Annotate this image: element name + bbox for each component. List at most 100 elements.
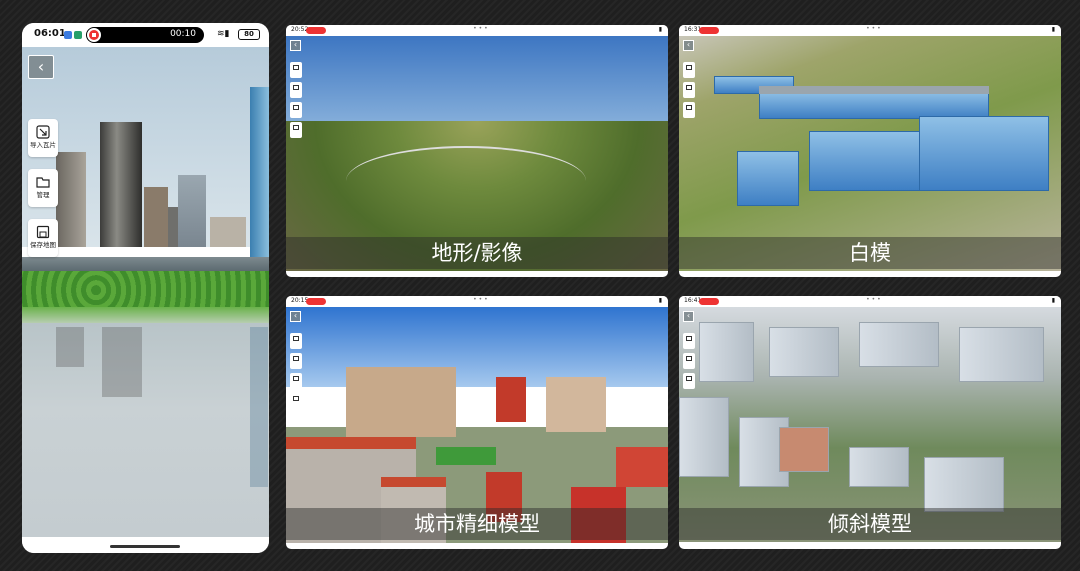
status-dots: • • • xyxy=(866,296,881,303)
building xyxy=(100,122,142,247)
white-model-scene[interactable] xyxy=(679,36,1061,271)
oblique-model-card: 16:41 • • • ▮ ‹ 倾斜模型 xyxy=(679,296,1061,549)
mini-toolbar xyxy=(683,62,695,122)
card-caption: 倾斜模型 xyxy=(679,508,1061,540)
battery-icon: ▮ xyxy=(658,26,662,33)
roof xyxy=(759,86,989,94)
save-icon[interactable] xyxy=(290,373,302,389)
back-arrow-icon: ‹ xyxy=(37,57,45,76)
import-tiles-icon[interactable] xyxy=(290,333,302,349)
status-dots: • • • xyxy=(473,25,488,32)
status-dots: • • • xyxy=(866,25,881,32)
card-status-bar: 16:31 • • • ▮ xyxy=(679,25,1061,36)
white-model-card: 16:31 • • • ▮ ‹ 白模 xyxy=(679,25,1061,277)
settings-icon[interactable] xyxy=(290,122,302,138)
map-3d-view[interactable]: ‹ 导入瓦片 管理 保存地图 xyxy=(22,47,269,537)
record-indicator xyxy=(699,27,719,34)
manage-button[interactable]: 管理 xyxy=(28,169,58,207)
back-button[interactable]: ‹ xyxy=(683,311,694,322)
wifi-icon: ≋▮ xyxy=(217,29,230,39)
building-block xyxy=(759,91,989,119)
battery-icon: ▮ xyxy=(658,297,662,304)
import-tiles-label: 导入瓦片 xyxy=(30,141,56,149)
terrain-scene[interactable] xyxy=(286,36,668,271)
save-map-button[interactable]: 保存地图 xyxy=(28,219,58,257)
record-indicator xyxy=(306,27,326,34)
folder-icon xyxy=(36,177,50,188)
app-notification-icon xyxy=(74,31,82,39)
building xyxy=(959,327,1044,382)
reflection xyxy=(56,327,84,367)
save-icon[interactable] xyxy=(290,102,302,118)
building xyxy=(679,397,729,477)
building xyxy=(56,152,86,247)
import-tiles-button[interactable]: 导入瓦片 xyxy=(28,119,58,157)
record-indicator xyxy=(699,298,719,305)
building-block xyxy=(737,151,799,206)
status-dots: • • • xyxy=(473,296,488,303)
import-tiles-icon[interactable] xyxy=(683,62,695,78)
settings-icon[interactable] xyxy=(290,393,302,409)
building xyxy=(250,87,269,257)
battery-icon: ▮ xyxy=(1051,297,1055,304)
back-button[interactable]: ‹ xyxy=(28,55,54,79)
mini-toolbar xyxy=(683,333,695,393)
building xyxy=(859,322,939,367)
city-fine-model-card: 20:15 • • • ▮ ‹ 城市精细模型 xyxy=(286,296,668,549)
card-caption: 地形/影像 xyxy=(286,237,668,269)
record-stop-icon[interactable] xyxy=(87,28,101,42)
building xyxy=(699,322,754,382)
card-status-bar: 16:41 • • • ▮ xyxy=(679,296,1061,307)
manage-label: 管理 xyxy=(36,191,50,199)
building xyxy=(210,217,246,247)
sky xyxy=(286,36,668,131)
folder-icon[interactable] xyxy=(683,82,695,98)
building xyxy=(924,457,1004,512)
import-tiles-icon[interactable] xyxy=(290,62,302,78)
status-bar: 06:01 00:10 ≋▮ 80 xyxy=(22,23,269,47)
card-status-bar: 20:15 • • • ▮ xyxy=(286,296,668,307)
folder-icon[interactable] xyxy=(683,353,695,369)
sky xyxy=(286,307,668,387)
building-block xyxy=(919,116,1049,191)
building-block xyxy=(809,131,929,191)
terrain-imagery-card: 20:52 • • • ▮ ‹ 地形/影像 xyxy=(286,25,668,277)
building xyxy=(346,367,456,437)
import-tiles-icon[interactable] xyxy=(683,333,695,349)
mini-toolbar xyxy=(290,333,302,413)
save-icon xyxy=(36,225,50,239)
mini-toolbar xyxy=(290,62,302,142)
reflection xyxy=(250,327,268,487)
building xyxy=(769,327,839,377)
building xyxy=(144,187,168,247)
recording-timer: 00:10 xyxy=(170,29,196,39)
card-caption: 白模 xyxy=(679,237,1061,269)
home-indicator[interactable] xyxy=(110,545,180,548)
battery-indicator: 80 xyxy=(238,29,260,40)
save-map-label: 保存地图 xyxy=(30,241,56,249)
card-status-bar: 20:52 • • • ▮ xyxy=(286,25,668,36)
building xyxy=(546,377,606,432)
building xyxy=(616,447,668,487)
save-icon[interactable] xyxy=(683,373,695,389)
building xyxy=(178,175,206,247)
status-time: 06:01 xyxy=(34,28,66,39)
card-caption: 城市精细模型 xyxy=(286,508,668,540)
record-indicator xyxy=(306,298,326,305)
phone-screenshot: 06:01 00:10 ≋▮ 80 ‹ 导入瓦片 管理 保存地图 xyxy=(22,23,269,553)
sports-field xyxy=(436,447,496,465)
folder-icon[interactable] xyxy=(290,353,302,369)
save-icon[interactable] xyxy=(683,102,695,118)
bridge xyxy=(22,257,269,271)
import-tiles-icon xyxy=(36,125,50,139)
app-notification-icon xyxy=(64,31,72,39)
back-button[interactable]: ‹ xyxy=(683,40,694,51)
screen-recording-pill[interactable]: 00:10 xyxy=(86,27,204,43)
back-button[interactable]: ‹ xyxy=(290,40,301,51)
folder-icon[interactable] xyxy=(290,82,302,98)
road xyxy=(346,146,586,216)
building xyxy=(496,377,526,422)
building xyxy=(849,447,909,487)
back-button[interactable]: ‹ xyxy=(290,311,301,322)
building xyxy=(779,427,829,472)
